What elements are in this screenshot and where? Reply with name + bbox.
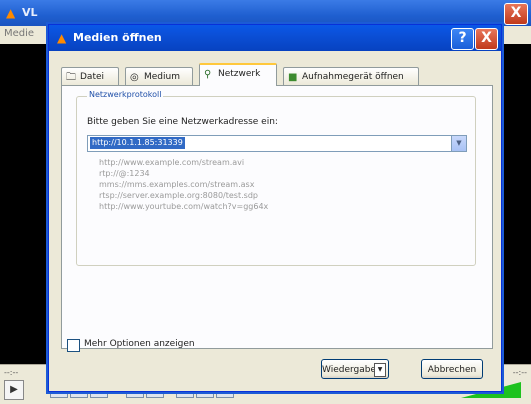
vlc-cone-icon: ▲ <box>57 31 67 45</box>
vlc-cone-icon: ▲ <box>6 6 16 20</box>
group-label: Netzwerkprotokoll <box>87 90 164 99</box>
menu-media[interactable]: Medie <box>4 28 34 39</box>
vlc-close-button[interactable]: X <box>504 3 528 25</box>
tab-disc-label: Medium <box>144 72 180 82</box>
time-elapsed: --:-- <box>4 368 19 377</box>
tab-disc[interactable]: ◎ Medium <box>125 67 193 85</box>
more-options-checkbox[interactable] <box>67 339 80 352</box>
dialog-title-bar: ▲ Medien öffnen ? X <box>49 25 501 51</box>
network-address-value: http://10.1.1.85:31339 <box>90 137 185 149</box>
network-protocol-group: Netzwerkprotokoll Bitte geben Sie eine N… <box>76 90 476 266</box>
help-button[interactable]: ? <box>451 28 474 50</box>
tab-file-label: Datei <box>80 72 105 82</box>
network-address-input[interactable]: http://10.1.1.85:31339 ▼ <box>87 135 467 152</box>
chevron-down-icon[interactable]: ▼ <box>374 363 386 377</box>
more-options-label: Mehr Optionen anzeigen <box>84 339 195 349</box>
example-line: http://www.yourtube.com/watch?v=gg64x <box>99 202 269 211</box>
time-total: --:-- <box>512 368 527 377</box>
network-icon: ⚲ <box>204 69 212 80</box>
example-line: http://www.example.com/stream.avi <box>99 158 245 167</box>
tab-network-label: Netzwerk <box>218 69 261 79</box>
play-button-label: Wiedergabe <box>322 365 377 375</box>
tab-capture-device-label: Aufnahmegerät öffnen <box>302 72 404 82</box>
example-line: rtp://@:1234 <box>99 169 150 178</box>
vlc-title: VL <box>22 6 38 19</box>
network-panel: Netzwerkprotokoll Bitte geben Sie eine N… <box>61 85 493 349</box>
dialog-title: Medien öffnen <box>73 31 162 44</box>
tab-capture-device[interactable]: ■ Aufnahmegerät öffnen <box>283 67 419 85</box>
close-button[interactable]: X <box>475 28 498 50</box>
play-icon[interactable]: ▶ <box>4 380 24 400</box>
example-line: mms://mms.examples.com/stream.asx <box>99 180 255 189</box>
tab-file[interactable]: 🗀 Datei <box>61 67 119 85</box>
play-button[interactable]: Wiedergabe ▼ <box>321 359 389 379</box>
more-options-toggle[interactable]: Mehr Optionen anzeigen <box>67 339 267 353</box>
vlc-title-bar: ▲ VL X <box>0 0 531 26</box>
open-media-dialog: ▲ Medien öffnen ? X 🗀 Datei ◎ Medium ⚲ N… <box>48 24 502 392</box>
cancel-button[interactable]: Abbrechen <box>421 359 483 379</box>
tab-bar: 🗀 Datei ◎ Medium ⚲ Netzwerk ■ Aufnahmege… <box>61 63 491 86</box>
tab-network[interactable]: ⚲ Netzwerk <box>199 63 277 86</box>
example-line: rtsp://server.example.org:8080/test.sdp <box>99 191 258 200</box>
address-prompt: Bitte geben Sie eine Netzwerkadresse ein… <box>87 117 278 127</box>
address-examples: http://www.example.com/stream.avi rtp://… <box>99 157 268 212</box>
chevron-down-icon[interactable]: ▼ <box>451 136 466 151</box>
